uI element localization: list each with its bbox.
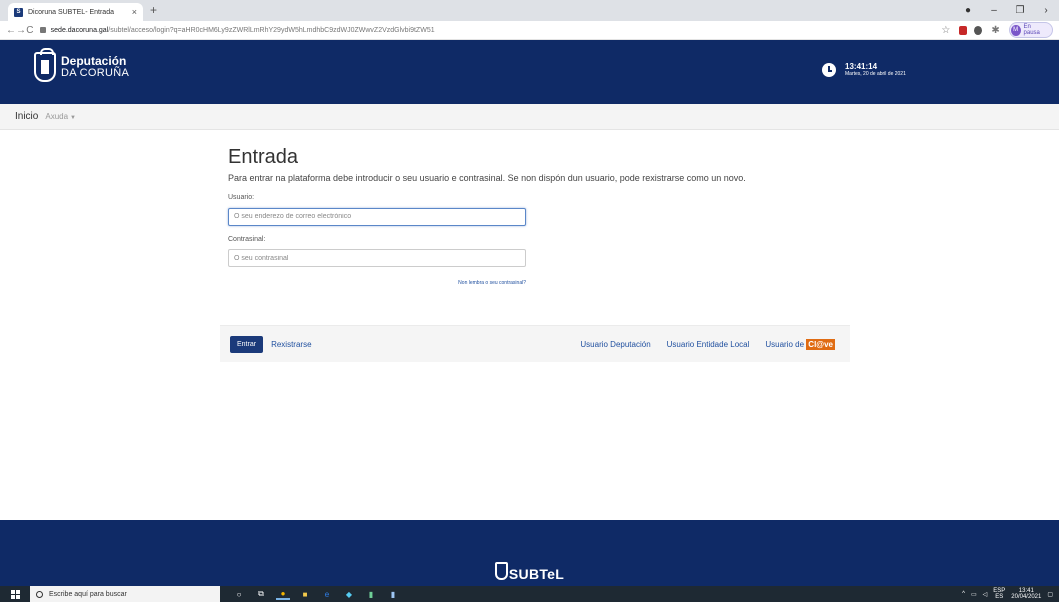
taskbar-search-placeholder: Escribe aquí para buscar <box>49 590 127 598</box>
caret-down-icon: ▼ <box>70 115 76 121</box>
app-icon[interactable]: ◆ <box>342 588 356 600</box>
user-clave-link[interactable]: Usuario de Cl@ve <box>765 338 835 350</box>
search-icon <box>36 590 43 598</box>
edge-icon[interactable]: e <box>320 588 334 600</box>
clock-time: 13:41:14 <box>845 62 878 71</box>
taskbar-clock[interactable]: 13:41 20/04/2021 <box>1011 588 1041 600</box>
file-explorer-icon[interactable]: ■ <box>298 588 312 600</box>
record-icon[interactable]: ● <box>955 5 981 16</box>
site-footer: SUBTeL <box>0 520 1059 586</box>
user-label: Usuario: <box>228 194 255 201</box>
new-tab-icon[interactable]: + <box>150 3 157 17</box>
puzzle-icon[interactable]: ✱ <box>989 25 1002 36</box>
password-label: Contrasinal: <box>228 235 266 243</box>
password-input[interactable] <box>228 249 526 267</box>
profile-button[interactable]: M En pausa <box>1008 22 1053 38</box>
tray-chevron-icon[interactable]: ^ <box>962 591 965 597</box>
login-button[interactable]: Entrar <box>230 335 264 353</box>
nav-help-dropdown[interactable]: Axuda ▼ <box>45 112 76 121</box>
url-path: /subtel/acceso/login?q=aHR0cHM6Ly9zZWRlL… <box>108 26 435 34</box>
minimize-icon[interactable]: – <box>981 5 1007 16</box>
notes-icon[interactable]: ▮ <box>386 588 400 600</box>
clock-date: Martes, 20 de abril de 2021 <box>845 71 906 77</box>
browser-tabbar: S Dicoruna SUBTEL- Entrada × + ● – ❐ › <box>0 0 1059 21</box>
volume-icon[interactable]: ◁ <box>983 591 988 598</box>
footer-logo-text: SUBTeL <box>508 566 565 582</box>
close-window-icon[interactable]: › <box>1033 5 1059 16</box>
register-link[interactable]: Rexistrarse <box>271 340 311 349</box>
user-clave-prefix: Usuario de <box>765 339 805 349</box>
crest-icon <box>494 562 508 580</box>
login-intro: Para entrar na plataforma debe introduci… <box>228 173 746 183</box>
forward-icon[interactable]: → <box>16 25 26 36</box>
cortana-icon[interactable]: ○ <box>232 588 246 600</box>
extension-icon[interactable] <box>974 25 983 35</box>
url-host: sede.dacoruna.gal <box>50 26 109 34</box>
clock-icon <box>822 63 836 77</box>
taskbar-search[interactable]: Escribe aquí para buscar <box>30 586 220 602</box>
login-form: Entrada Para entrar na plataforma debe i… <box>228 146 858 289</box>
site-header: Deputación DA CORUÑA 13:41:14 Martes, 20… <box>0 40 1059 104</box>
user-email-input[interactable] <box>228 207 526 226</box>
tab-title: Dicoruna SUBTEL- Entrada <box>28 8 114 16</box>
subtel-logo: SUBTeL <box>494 562 565 582</box>
notifications-icon[interactable]: ▢ <box>1047 591 1053 598</box>
os-taskbar: Escribe aquí para buscar ○ ⧉ ● ■ e ◆ ▮ ▮… <box>0 586 1059 602</box>
address-bar[interactable]: sede.dacoruna.gal/subtel/acceso/login?q=… <box>39 23 940 38</box>
lock-icon <box>39 27 46 33</box>
restore-icon[interactable]: ❐ <box>1007 5 1033 16</box>
logo-line2: DA CORUÑA <box>61 67 130 79</box>
deputacion-logo[interactable]: Deputación DA CORUÑA <box>34 48 130 82</box>
forgot-password-link[interactable]: Non lembra o seu contrasinal? <box>458 280 526 286</box>
language-indicator[interactable]: ESP ES <box>993 588 1005 600</box>
reload-icon[interactable]: C <box>26 25 34 36</box>
bookmark-star-icon[interactable]: ☆ <box>940 25 953 36</box>
chrome-icon[interactable]: ● <box>276 588 290 600</box>
site-nav: Inicio Axuda ▼ <box>0 104 1059 130</box>
user-entidade-local-link[interactable]: Usuario Entidade Local <box>667 340 750 349</box>
nav-help-label: Axuda <box>45 112 69 121</box>
clave-badge: Cl@ve <box>806 338 835 350</box>
nav-home-link[interactable]: Inicio <box>15 111 38 122</box>
browser-toolbar: ← → C sede.dacoruna.gal/subtel/acceso/lo… <box>0 21 1059 40</box>
extensions-area: ☆ ✱ M En pausa <box>940 22 1053 38</box>
network-icon[interactable]: ▭ <box>971 591 977 598</box>
page-title: Entrada <box>228 146 299 168</box>
back-icon[interactable]: ← <box>6 25 16 36</box>
profile-status: En pausa <box>1023 24 1040 36</box>
browser-tab[interactable]: S Dicoruna SUBTEL- Entrada × <box>8 3 143 21</box>
taskbar-apps: ○ ⧉ ● ■ e ◆ ▮ ▮ <box>232 588 400 600</box>
avatar: M <box>1010 24 1021 36</box>
user-deputacion-link[interactable]: Usuario Deputación <box>580 340 650 349</box>
login-actions: Entrar Rexistrarse Usuario Deputación Us… <box>220 325 850 362</box>
window-controls: ● – ❐ › <box>955 0 1059 21</box>
close-tab-icon[interactable]: × <box>132 7 137 17</box>
pdf-extension-icon[interactable] <box>959 25 968 35</box>
task-view-icon[interactable]: ⧉ <box>254 588 268 600</box>
site-favicon: S <box>14 7 23 17</box>
server-clock: 13:41:14 Martes, 20 de abril de 2021 <box>822 62 906 78</box>
crest-icon <box>34 48 56 82</box>
system-tray: ^ ▭ ◁ ESP ES 13:41 20/04/2021 ▢ <box>962 588 1059 600</box>
windows-start-icon[interactable] <box>0 586 30 602</box>
document-icon[interactable]: ▮ <box>364 588 378 600</box>
